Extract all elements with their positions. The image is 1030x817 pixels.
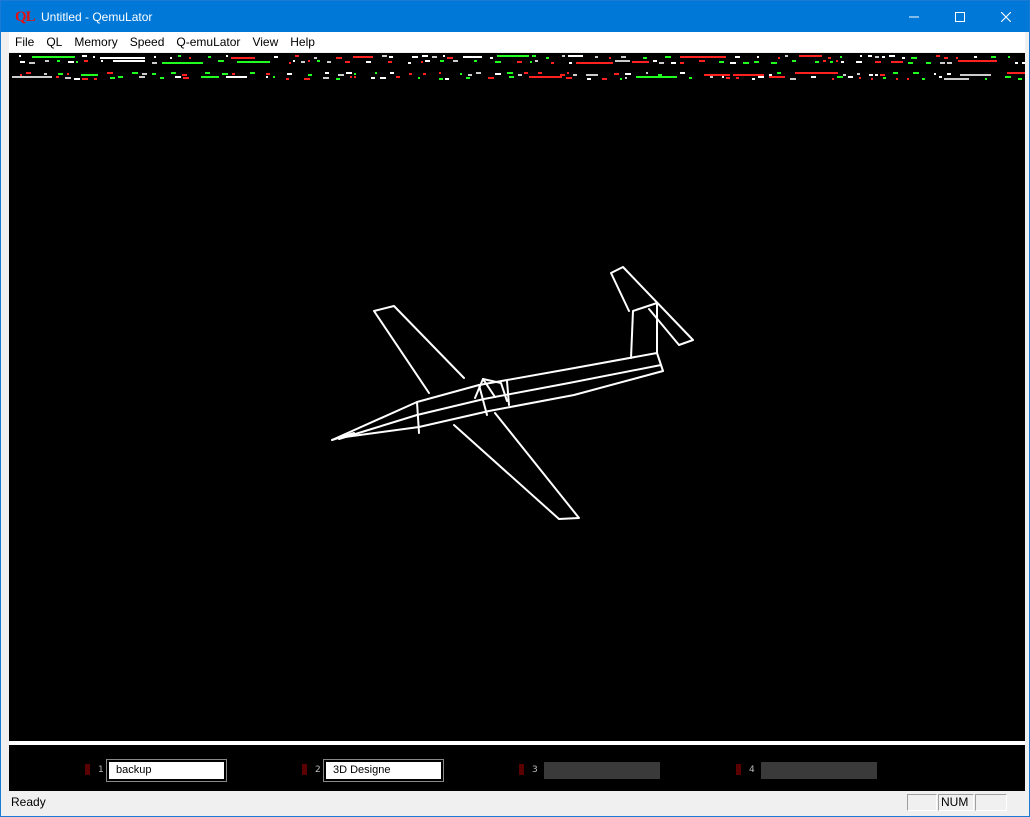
minimize-icon <box>909 16 919 17</box>
title-bar[interactable]: QL Untitled - QemuLator <box>1 1 1029 32</box>
qemulator-window: QL Untitled - QemuLator File QL Memory S… <box>0 0 1030 817</box>
app-logo-icon: QL <box>15 8 36 25</box>
slot-indicator <box>519 764 524 775</box>
maximize-button[interactable] <box>937 1 983 32</box>
slot-indicator <box>736 764 741 775</box>
slot-button[interactable] <box>544 762 660 779</box>
menu-view[interactable]: View <box>246 32 284 52</box>
menu-help[interactable]: Help <box>284 32 321 52</box>
status-pane-caps <box>907 794 937 811</box>
slot-indicator <box>85 764 90 775</box>
maximize-icon <box>955 11 965 22</box>
slot-button[interactable]: 3D Designe <box>323 759 444 782</box>
slot-number: 2 <box>315 765 321 775</box>
status-bar: Ready NUM <box>9 792 1029 814</box>
status-pane-scroll <box>975 794 1007 811</box>
window-controls <box>891 1 1029 32</box>
wireframe-airplane <box>331 266 694 520</box>
status-pane-num: NUM <box>938 794 974 811</box>
menu-speed[interactable]: Speed <box>124 32 171 52</box>
menu-q-emulator[interactable]: Q-emuLator <box>170 32 246 52</box>
slot-button[interactable] <box>761 762 877 779</box>
ql-emulated-screen[interactable] <box>9 53 1025 741</box>
slot-number: 3 <box>532 765 538 775</box>
menu-bar: File QL Memory Speed Q-emuLator View Hel… <box>9 32 1025 52</box>
slot-indicator <box>302 764 307 775</box>
menu-file[interactable]: File <box>9 32 40 52</box>
slot-number: 1 <box>98 765 104 775</box>
slot-label: backup <box>116 764 152 776</box>
close-button[interactable] <box>983 1 1029 32</box>
slot-number: 4 <box>749 765 755 775</box>
minimize-button[interactable] <box>891 1 937 32</box>
menu-ql[interactable]: QL <box>40 32 68 52</box>
slot-button[interactable]: backup <box>106 759 227 782</box>
status-text: Ready <box>11 795 46 809</box>
menu-memory[interactable]: Memory <box>68 32 123 52</box>
ql-taskbar: 1 backup 2 3D Designe 3 4 <box>9 745 1025 791</box>
slot-label: 3D Designe <box>333 764 391 776</box>
window-title: Untitled - QemuLator <box>41 9 153 24</box>
close-icon <box>1001 11 1011 22</box>
